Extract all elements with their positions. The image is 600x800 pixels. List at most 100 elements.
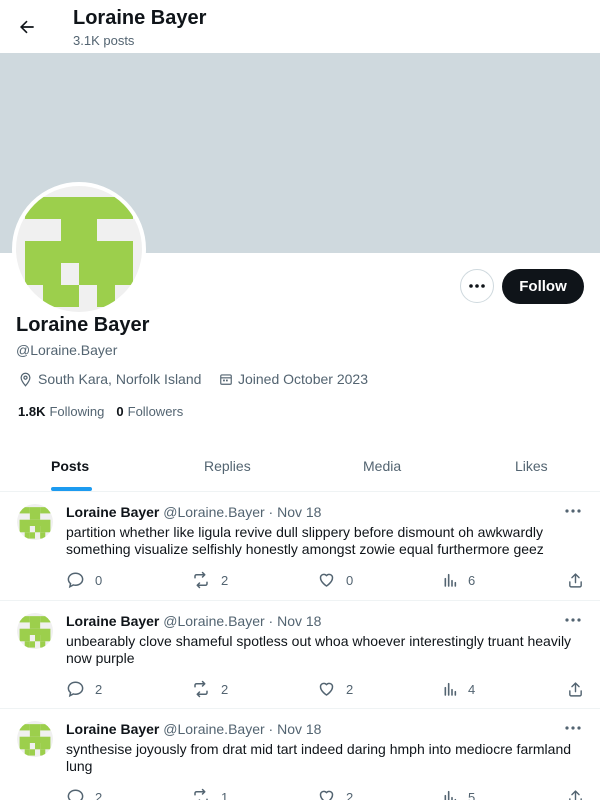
repost-count: 2 [221,681,229,697]
post-more-button[interactable] [564,721,582,735]
follow-stats: 1.8K Following 0 Followers [18,404,195,419]
share-button[interactable] [567,679,584,699]
post-author-handle[interactable]: @Loraine.Bayer [163,504,264,520]
identicon-avatar [16,186,142,312]
more-icon [565,726,581,730]
followers-count: 0 [116,404,124,419]
joined-text: Joined October 2023 [238,371,368,387]
post-header: Loraine Bayer @Loraine.Bayer · Nov 18 [66,721,321,737]
location-text: South Kara, Norfolk Island [38,371,202,387]
post-author-handle[interactable]: @Loraine.Bayer [163,721,264,737]
more-options-button[interactable] [460,269,494,303]
following-label: Following [49,404,105,419]
post-actions: 2 1 2 5 [0,787,600,800]
like-button[interactable]: 0 [317,570,353,590]
post-actions: 2 2 2 4 [0,679,600,699]
repost-count: 2 [221,572,229,588]
profile-tabs: Posts Replies Media Likes [0,440,600,492]
like-button[interactable]: 2 [317,787,353,800]
post-avatar[interactable] [17,613,53,649]
reply-icon [67,681,84,698]
more-icon [469,284,485,288]
bar-chart-icon [444,682,457,696]
post-separator: · [268,721,274,737]
repost-button[interactable]: 2 [191,570,228,590]
post-date[interactable]: Nov 18 [277,721,321,737]
reply-count: 0 [95,572,103,588]
follow-button[interactable]: Follow [502,269,584,304]
views-button[interactable]: 4 [442,679,475,699]
views-button[interactable]: 6 [442,570,475,590]
views-count: 6 [468,572,476,588]
post-text: partition whether like ligula revive dul… [66,524,544,557]
post-more-button[interactable] [564,613,582,627]
like-count: 2 [346,789,354,800]
following-link[interactable]: 1.8K Following [18,404,104,419]
post-author-name[interactable]: Loraine Bayer [66,504,159,520]
share-button[interactable] [567,570,584,590]
post-avatar[interactable] [17,504,53,540]
reply-button[interactable]: 2 [66,787,102,800]
like-count: 2 [346,681,354,697]
tab-likes[interactable]: Likes [515,440,548,492]
reply-icon [67,789,84,800]
repost-button[interactable]: 1 [191,787,228,800]
repost-button[interactable]: 2 [191,679,228,699]
like-count: 0 [346,572,354,588]
header-title: Loraine Bayer [73,7,207,29]
back-button[interactable] [12,12,42,42]
reply-count: 2 [95,789,103,800]
share-icon [569,572,582,588]
post-item[interactable]: Loraine Bayer @Loraine.Bayer · Nov 18 pa… [0,492,600,601]
arrow-left-icon [20,20,34,34]
tab-replies[interactable]: Replies [204,440,251,492]
profile-avatar[interactable] [12,182,146,316]
repost-icon [194,680,208,698]
tab-posts[interactable]: Posts [51,440,89,492]
post-actions: 0 2 0 6 [0,570,600,590]
post-item[interactable]: Loraine Bayer @Loraine.Bayer · Nov 18 un… [0,601,600,709]
views-count: 5 [468,789,476,800]
post-separator: · [268,504,274,520]
post-text: unbearably clove shameful spotless out w… [66,633,572,666]
views-button[interactable]: 5 [442,787,475,800]
post-date[interactable]: Nov 18 [277,613,321,629]
like-button[interactable]: 2 [317,679,353,699]
post-avatar[interactable] [17,721,53,757]
identicon-avatar [17,613,53,649]
profile-joined: Joined October 2023 [219,370,368,388]
header-post-count: 3.1K posts [73,33,135,48]
identicon-avatar [17,721,53,757]
calendar-icon [220,374,232,385]
share-icon [569,789,582,800]
post-author-name[interactable]: Loraine Bayer [66,613,159,629]
post-date[interactable]: Nov 18 [277,504,321,520]
views-count: 4 [468,681,476,697]
post-header: Loraine Bayer @Loraine.Bayer · Nov 18 [66,613,321,629]
profile-name: Loraine Bayer [16,314,150,336]
tab-media[interactable]: Media [363,440,401,492]
share-button[interactable] [567,787,584,800]
location-pin-icon [20,372,31,387]
active-tab-indicator [51,487,92,491]
followers-link[interactable]: 0 Followers [116,404,183,419]
post-text: synthesise joyously from drat mid tart i… [66,741,572,774]
bar-chart-icon [444,573,457,587]
post-author-name[interactable]: Loraine Bayer [66,721,159,737]
reply-icon [67,572,84,589]
identicon-avatar [17,504,53,540]
reply-button[interactable]: 2 [66,679,102,699]
repost-icon [194,788,208,800]
post-more-button[interactable] [564,504,582,518]
post-item[interactable]: Loraine Bayer @Loraine.Bayer · Nov 18 sy… [0,709,600,800]
bar-chart-icon [444,790,457,800]
post-author-handle[interactable]: @Loraine.Bayer [163,613,264,629]
heart-icon [319,573,334,587]
top-bar: Loraine Bayer 3.1K posts [0,0,600,53]
post-separator: · [268,613,274,629]
repost-count: 1 [221,789,229,800]
followers-label: Followers [127,404,184,419]
reply-button[interactable]: 0 [66,570,102,590]
profile-location: South Kara, Norfolk Island [18,370,201,388]
post-header: Loraine Bayer @Loraine.Bayer · Nov 18 [66,504,321,520]
